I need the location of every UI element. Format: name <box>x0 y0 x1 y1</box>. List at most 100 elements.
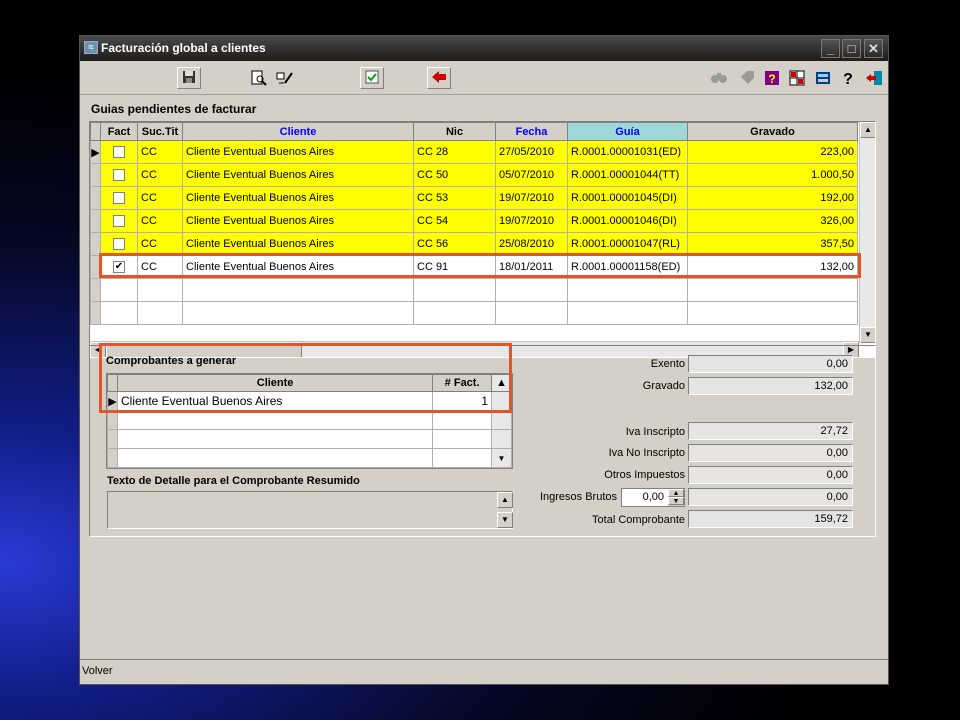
col-nic[interactable]: Nic <box>413 122 496 141</box>
pending-guides-grid[interactable]: Fact Suc.Tit Cliente Nic Fecha Guía Grav… <box>89 121 876 358</box>
cell-gravado: 223,00 <box>687 140 858 164</box>
app-icon: ≈ <box>84 41 98 54</box>
floppy-disk-icon <box>183 71 195 83</box>
col-guia[interactable]: Guía <box>567 122 688 141</box>
ingresos-brutos-rate-stepper[interactable]: 0,00 ▲ ▼ <box>621 488 685 507</box>
confirm-button[interactable] <box>360 67 384 89</box>
cell-gravado: 192,00 <box>687 186 858 210</box>
exento-label: Exento <box>650 358 685 370</box>
help-topics-button[interactable]: ? <box>760 67 784 89</box>
title-bar: ≈ Facturación global a clientes _ □ ✕ <box>80 36 888 61</box>
cell-suc: CC <box>137 140 183 164</box>
col-fact[interactable]: Fact <box>100 122 138 141</box>
memo-scroll-down-icon[interactable]: ▼ <box>497 512 513 528</box>
otros-impuestos-field: 0,00 <box>688 466 853 484</box>
table-row[interactable]: CC Cliente Eventual Buenos Aires CC 53 1… <box>90 186 858 210</box>
exento-field: 0,00 <box>688 355 853 373</box>
svg-text:?: ? <box>768 72 775 86</box>
exit-button[interactable] <box>862 67 886 89</box>
help-icon: ? <box>843 71 853 86</box>
maximize-button[interactable]: □ <box>842 39 861 58</box>
status-bar: Volver <box>80 659 888 684</box>
fact-checkbox[interactable] <box>113 169 125 182</box>
edit-icon <box>276 72 293 84</box>
cell-cliente: Cliente Eventual Buenos Aires <box>182 186 414 210</box>
cell-suc: CC <box>137 163 183 187</box>
arrow-left-icon <box>432 71 446 83</box>
col-cliente[interactable]: Cliente <box>182 122 414 141</box>
table-row-empty[interactable] <box>90 278 858 302</box>
cell-fecha: 05/07/2010 <box>495 163 568 187</box>
pending-guides-table: Fact Suc.Tit Cliente Nic Fecha Guía Grav… <box>90 122 858 325</box>
grid-icon <box>789 70 805 86</box>
detail-text-area[interactable] <box>107 491 513 529</box>
vertical-scrollbar[interactable]: ▲ ▼ <box>859 122 875 343</box>
table-row-empty[interactable] <box>90 301 858 325</box>
minimize-button[interactable]: _ <box>821 39 840 58</box>
fact-checkbox[interactable] <box>113 146 125 159</box>
calculator-icon <box>816 72 830 84</box>
scroll-down-icon[interactable]: ▼ <box>491 448 512 468</box>
ingresos-brutos-rate-value[interactable]: 0,00 <box>624 491 664 503</box>
table-row[interactable]: CC Cliente Eventual Buenos Aires CC 54 1… <box>90 209 858 233</box>
table-row[interactable]: ▶ CC Cliente Eventual Buenos Aires CC 28… <box>90 140 858 164</box>
cell-nic: CC 50 <box>413 163 496 187</box>
current-row-indicator-icon: ▶ <box>90 140 101 164</box>
edit-button[interactable] <box>273 67 297 89</box>
cell-fecha: 27/05/2010 <box>495 140 568 164</box>
cell-nic: CC 53 <box>413 186 496 210</box>
tag-icon <box>741 71 754 84</box>
table-row[interactable]: CC Cliente Eventual Buenos Aires CC 50 0… <box>90 163 858 187</box>
print-preview-button[interactable] <box>247 67 271 89</box>
grid-button[interactable] <box>785 67 809 89</box>
cell-gravado: 1.000,50 <box>687 163 858 187</box>
cell-guia: R.0001.00001031(ED) <box>567 140 688 164</box>
col-fecha[interactable]: Fecha <box>495 122 568 141</box>
highlight-selected-row <box>99 253 861 278</box>
cell-fecha: 19/07/2010 <box>495 209 568 233</box>
fact-checkbox[interactable] <box>113 215 125 228</box>
ingresos-brutos-label: Ingresos Brutos <box>539 491 617 503</box>
tag-button[interactable] <box>735 67 759 89</box>
iva-inscripto-field: 27,72 <box>688 422 853 440</box>
detail-text-section-title: Texto de Detalle para el Comprobante Res… <box>107 475 360 487</box>
toolbar: ? ? <box>80 61 888 95</box>
cell-nic: CC 28 <box>413 140 496 164</box>
preview-icon <box>251 70 267 86</box>
fact-checkbox[interactable] <box>113 238 125 251</box>
otros-impuestos-label: Otros Impuestos <box>604 469 685 481</box>
cell-guia: R.0001.00001045(DI) <box>567 186 688 210</box>
save-button[interactable] <box>177 67 201 89</box>
scroll-down-icon[interactable]: ▼ <box>860 327 875 343</box>
fact-checkbox[interactable] <box>113 192 125 205</box>
col-suc-tit[interactable]: Suc.Tit <box>137 122 183 141</box>
exit-door-icon <box>866 71 882 85</box>
table-row-empty[interactable] <box>107 429 512 449</box>
binoculars-icon <box>711 73 727 83</box>
iva-no-inscripto-label: Iva No Inscripto <box>608 447 685 459</box>
scroll-up-icon[interactable]: ▲ <box>860 122 875 138</box>
cell-suc: CC <box>137 186 183 210</box>
table-row-empty[interactable] <box>107 410 512 430</box>
question-book-icon: ? <box>765 71 779 86</box>
stepper-down-icon[interactable]: ▼ <box>668 497 684 505</box>
search-button[interactable] <box>707 67 731 89</box>
gravado-label: Gravado <box>642 380 685 392</box>
back-button[interactable] <box>427 67 451 89</box>
stepper-up-icon[interactable]: ▲ <box>668 489 684 497</box>
cell-cliente: Cliente Eventual Buenos Aires <box>182 209 414 233</box>
close-button[interactable]: ✕ <box>864 39 883 58</box>
calculator-button[interactable] <box>811 67 835 89</box>
row-indicator-header <box>90 122 101 141</box>
window-title: Facturación global a clientes <box>101 41 266 55</box>
pending-section-title: Guias pendientes de facturar <box>91 102 257 116</box>
highlight-comprobantes <box>99 343 512 413</box>
iva-inscripto-label: Iva Inscripto <box>625 426 685 438</box>
cell-cliente: Cliente Eventual Buenos Aires <box>182 163 414 187</box>
col-gravado[interactable]: Gravado <box>687 122 858 141</box>
help-button[interactable]: ? <box>836 67 860 89</box>
iva-no-inscripto-field: 0,00 <box>688 444 853 462</box>
cell-guia: R.0001.00001046(DI) <box>567 209 688 233</box>
table-row-empty[interactable]: ▼ <box>107 448 512 468</box>
ingresos-brutos-field: 0,00 <box>688 488 853 506</box>
